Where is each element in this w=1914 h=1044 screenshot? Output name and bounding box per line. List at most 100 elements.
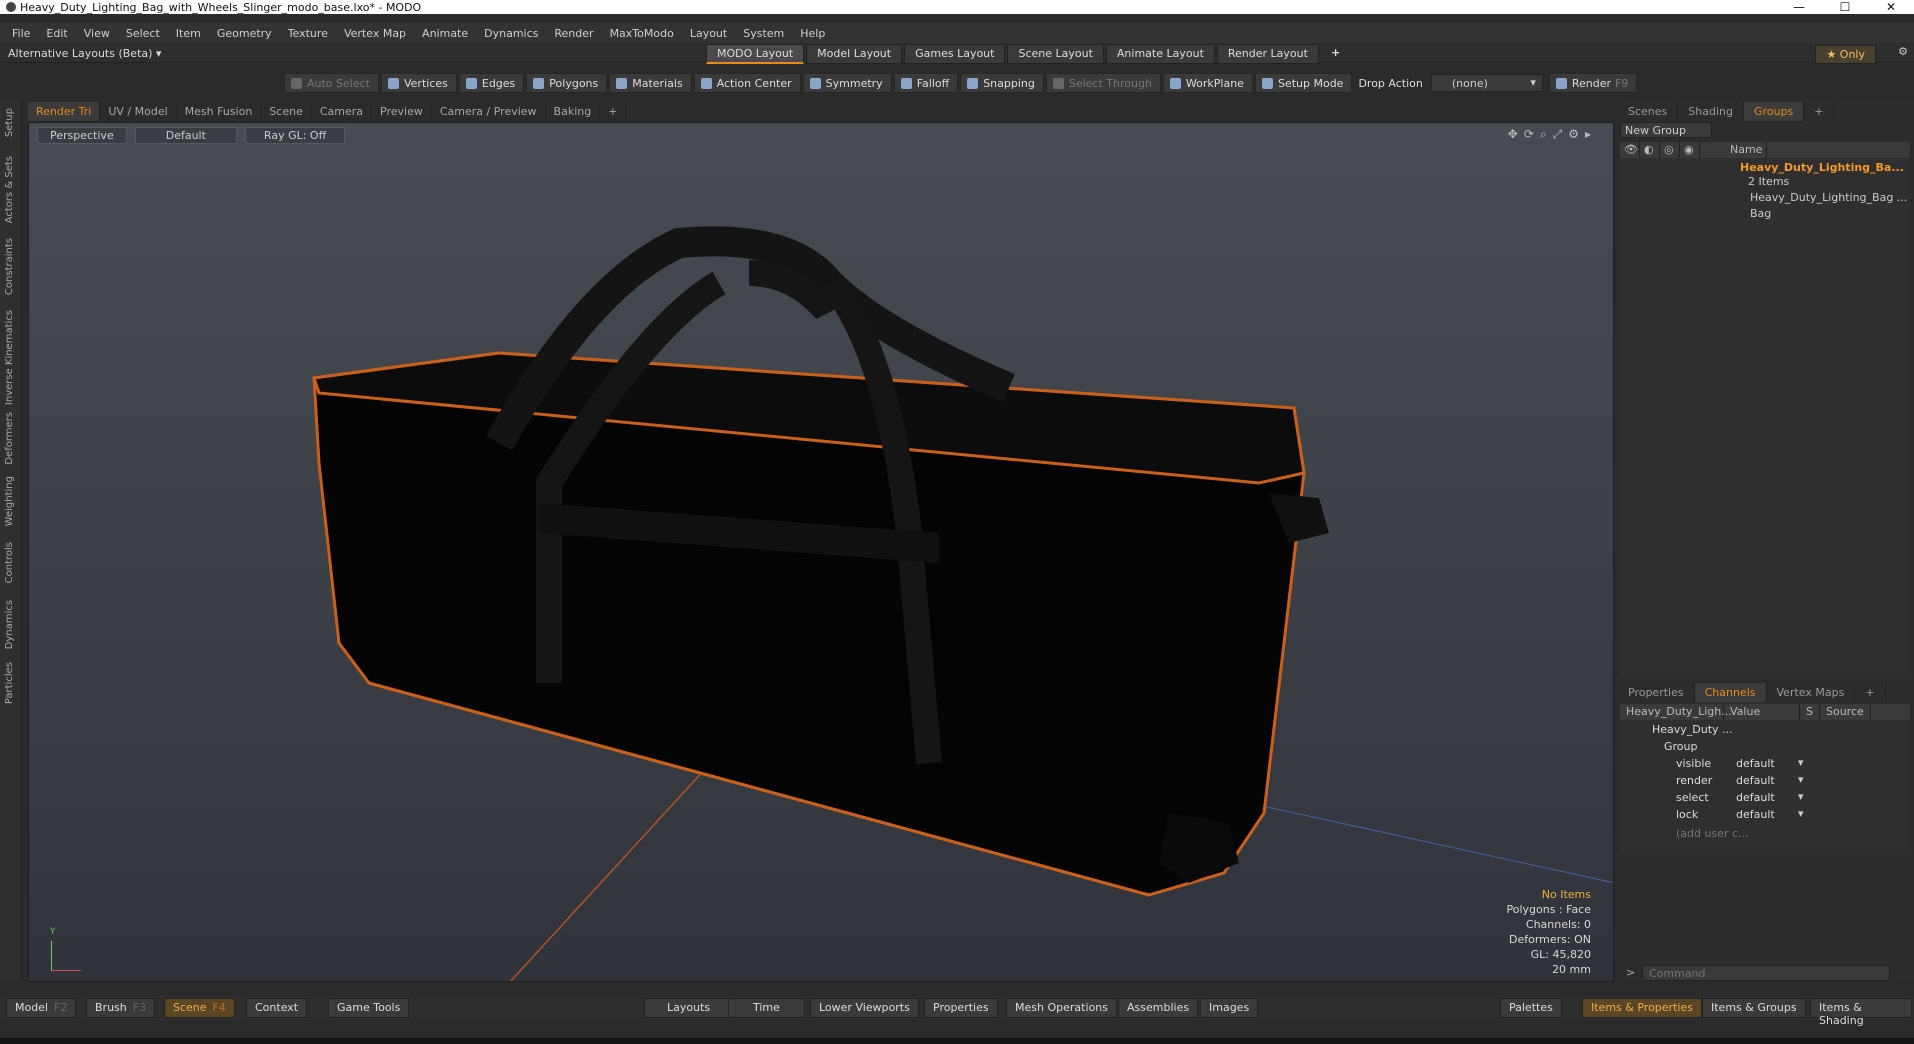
new-group-button[interactable]: New Group — [1620, 122, 1712, 138]
channel-render-value[interactable]: default — [1736, 774, 1796, 787]
action-center-button[interactable]: Action Center — [693, 73, 801, 93]
tab-scene-layout[interactable]: Scene Layout — [1007, 44, 1104, 64]
add-channel-tab-button[interactable]: + — [1855, 682, 1886, 702]
add-layout-button[interactable]: + — [1321, 44, 1350, 64]
tree-item-mesh[interactable]: Heavy_Duty_Lighting_Bag ... — [1620, 190, 1910, 206]
images-button[interactable]: Images — [1200, 998, 1259, 1018]
command-input[interactable] — [1642, 965, 1890, 981]
chevron-down-icon[interactable]: ▾ — [1798, 773, 1804, 786]
polygons-button[interactable]: Polygons — [526, 73, 608, 93]
items-groups-button[interactable]: Items & Groups — [1702, 998, 1806, 1018]
tab-model-layout[interactable]: Model Layout — [806, 44, 903, 64]
rail-tab-constraints[interactable]: Constraints — [4, 238, 15, 295]
add-viewport-tab-button[interactable]: + — [600, 101, 627, 121]
tab-camera[interactable]: Camera — [312, 101, 373, 121]
tab-games-layout[interactable]: Games Layout — [904, 44, 1006, 64]
rail-tab-weighting[interactable]: Weighting — [4, 476, 15, 526]
vertices-button[interactable]: Vertices — [380, 73, 457, 93]
rail-tab-particles[interactable]: Particles — [4, 662, 15, 704]
items-shading-button[interactable]: Items & Shading — [1810, 998, 1912, 1027]
menu-geometry[interactable]: Geometry — [209, 27, 280, 40]
menu-render[interactable]: Render — [546, 27, 601, 40]
channel-lock-value[interactable]: default — [1736, 808, 1796, 821]
channel-select-value[interactable]: default — [1736, 791, 1796, 804]
lower-viewports-button[interactable]: Lower Viewports — [810, 998, 919, 1018]
chevron-down-icon[interactable]: ▾ — [1798, 807, 1804, 820]
rail-tab-dynamics[interactable]: Dynamics — [4, 600, 15, 649]
menu-maxtomodo[interactable]: MaxToModo — [602, 27, 682, 40]
perspective-dropdown[interactable]: Perspective — [37, 127, 127, 144]
add-right-tab-button[interactable]: + — [1804, 101, 1835, 121]
tab-properties[interactable]: Properties — [1618, 682, 1695, 702]
raygl-toggle[interactable]: Ray GL: Off — [244, 127, 346, 144]
menu-vertex-map[interactable]: Vertex Map — [336, 27, 414, 40]
gear-icon[interactable]: ⚙ — [1898, 45, 1908, 58]
setup-mode-button[interactable]: Setup Mode — [1254, 73, 1353, 93]
tab-camera-preview[interactable]: Camera / Preview — [432, 101, 546, 121]
rail-tab-setup[interactable]: Setup — [4, 108, 15, 137]
workplane-button[interactable]: WorkPlane — [1162, 73, 1253, 93]
menu-select[interactable]: Select — [118, 27, 168, 40]
bag-model[interactable] — [312, 226, 1329, 897]
tab-render-layout[interactable]: Render Layout — [1216, 44, 1319, 64]
edges-button[interactable]: Edges — [458, 73, 525, 93]
close-button[interactable]: ✕ — [1868, 0, 1914, 14]
game-tools-button[interactable]: Game Tools — [328, 998, 410, 1018]
materials-button[interactable]: Materials — [609, 73, 692, 93]
chevron-down-icon[interactable]: ▾ — [1798, 790, 1804, 803]
menu-help[interactable]: Help — [792, 27, 833, 40]
tab-scene[interactable]: Scene — [261, 101, 312, 121]
menu-item[interactable]: Item — [168, 27, 209, 40]
tab-preview[interactable]: Preview — [372, 101, 432, 121]
model-button[interactable]: Model F2 — [6, 998, 77, 1018]
channel-row-select[interactable]: select default ▾ — [1620, 790, 1910, 807]
shading-dropdown[interactable]: Default — [134, 127, 237, 144]
chevron-down-icon[interactable]: ▾ — [1798, 756, 1804, 769]
channel-visible-value[interactable]: default — [1736, 757, 1796, 770]
rail-tab-actors-sets[interactable]: Actors & Sets — [4, 156, 15, 223]
drop-action-select[interactable]: (none) — [1430, 74, 1543, 92]
mesh-operations-button[interactable]: Mesh Operations — [1006, 998, 1117, 1018]
menu-dynamics[interactable]: Dynamics — [476, 27, 546, 40]
auto-select-button[interactable]: Auto Select — [284, 73, 379, 93]
select-through-button[interactable]: Select Through — [1045, 73, 1161, 93]
tab-scenes[interactable]: Scenes — [1618, 101, 1679, 121]
symmetry-button[interactable]: Symmetry — [802, 73, 892, 93]
tab-uv-model[interactable]: UV / Model — [100, 101, 177, 121]
assemblies-button[interactable]: Assemblies — [1118, 998, 1199, 1018]
items-properties-button[interactable]: Items & Properties — [1582, 998, 1702, 1018]
snapping-button[interactable]: Snapping — [960, 73, 1044, 93]
tab-shading[interactable]: Shading — [1678, 101, 1744, 121]
3d-viewport[interactable]: Perspective Default Ray GL: Off ✥⟳⌕⤢⚙▸ Y… — [28, 122, 1614, 982]
channel-group-row[interactable]: Group — [1620, 739, 1910, 756]
time-button[interactable]: Time — [728, 998, 805, 1018]
menu-edit[interactable]: Edit — [38, 27, 75, 40]
menu-texture[interactable]: Texture — [280, 27, 336, 40]
tab-vertex-maps[interactable]: Vertex Maps — [1767, 682, 1856, 702]
falloff-button[interactable]: Falloff — [893, 73, 959, 93]
maximize-button[interactable]: ☐ — [1822, 0, 1868, 14]
menu-view[interactable]: View — [76, 27, 118, 40]
tab-animate-layout[interactable]: Animate Layout — [1105, 44, 1215, 64]
channel-row-render[interactable]: render default ▾ — [1620, 773, 1910, 790]
rail-tab-deformers[interactable]: Deformers — [4, 412, 15, 465]
channel-item-row[interactable]: Heavy_Duty ... — [1620, 722, 1910, 739]
add-user-channel-row[interactable]: (add user c... — [1620, 826, 1910, 843]
tab-mesh-fusion[interactable]: Mesh Fusion — [177, 101, 262, 121]
brush-button[interactable]: Brush F3 — [86, 998, 156, 1018]
render-button[interactable]: Render F9 — [1548, 73, 1638, 93]
menu-layout[interactable]: Layout — [682, 27, 735, 40]
tab-groups[interactable]: Groups — [1743, 101, 1805, 121]
menu-system[interactable]: System — [735, 27, 792, 40]
channel-row-visible[interactable]: visible default ▾ — [1620, 756, 1910, 773]
tab-render-tri[interactable]: Render Tri — [28, 101, 101, 121]
tab-channels[interactable]: Channels — [1694, 682, 1767, 702]
tab-modo-layout[interactable]: MODO Layout — [706, 44, 805, 64]
properties-button[interactable]: Properties — [924, 998, 998, 1018]
layouts-button[interactable]: Layouts — [644, 998, 734, 1018]
alternative-layouts-dropdown[interactable]: Alternative Layouts (Beta) ▾ — [8, 47, 161, 60]
menu-animate[interactable]: Animate — [414, 27, 476, 40]
tree-item-bag[interactable]: Bag — [1620, 206, 1910, 222]
menu-file[interactable]: File — [4, 27, 38, 40]
rail-tab-controls[interactable]: Controls — [4, 542, 15, 583]
